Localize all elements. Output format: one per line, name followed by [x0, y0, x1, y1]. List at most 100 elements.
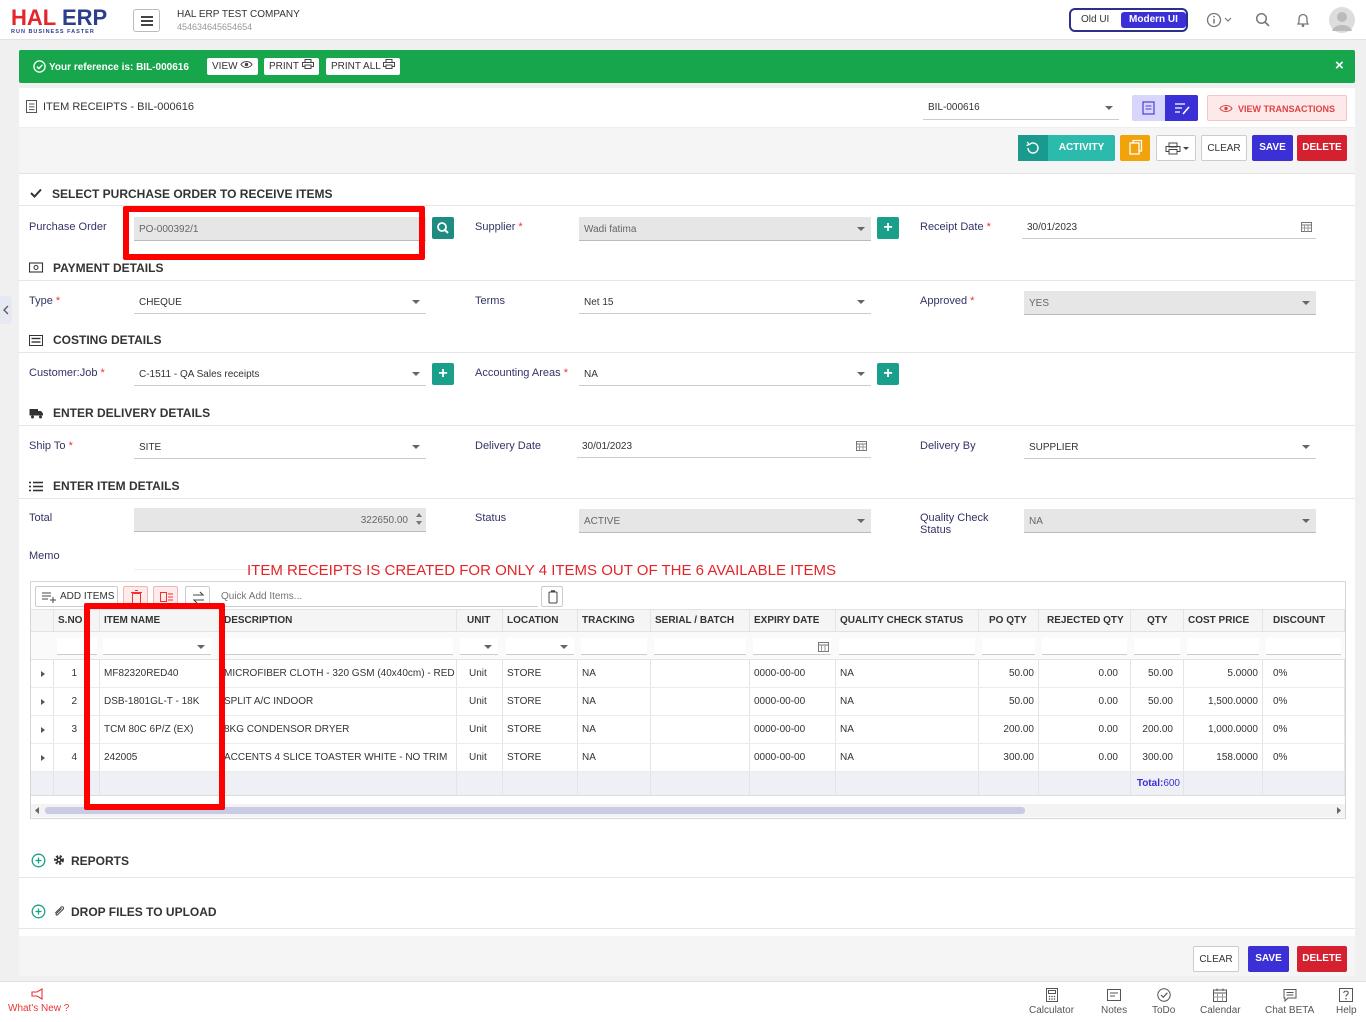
cell-tracking[interactable]: NA [578, 716, 651, 743]
delivery-date-field[interactable]: 30/01/2023 [577, 434, 871, 458]
supplier-field[interactable]: Wadi fatima [579, 217, 871, 241]
delete-button[interactable]: DELETE [1297, 135, 1347, 161]
chat-button[interactable]: Chat BETA [1265, 988, 1314, 1016]
col-unit[interactable]: UNIT [457, 610, 503, 631]
filter-tracking[interactable] [581, 638, 647, 655]
cell-disc[interactable]: 0% [1263, 660, 1345, 687]
section-reports[interactable]: REPORTS [71, 854, 129, 868]
print-all-button[interactable]: PRINT ALL [326, 58, 401, 75]
cell-cost[interactable]: 1,000.0000 [1184, 716, 1263, 743]
cell-rej[interactable]: 0.00 [1039, 716, 1131, 743]
cell-loc[interactable]: STORE [503, 660, 578, 687]
cell-expiry[interactable]: 0000-00-00 [750, 660, 836, 687]
status-select[interactable]: ACTIVE [579, 509, 871, 533]
filter-cost-price[interactable] [1187, 638, 1259, 655]
old-ui-option[interactable]: Old UI [1081, 14, 1109, 25]
filter-unit[interactable] [460, 638, 498, 655]
activity-button[interactable]: ACTIVITY [1018, 135, 1115, 161]
quick-add-items-input[interactable] [218, 587, 538, 607]
filter-quality-check[interactable] [839, 638, 975, 655]
cell-tracking[interactable]: NA [578, 660, 651, 687]
notes-button[interactable]: Notes [1101, 988, 1127, 1016]
quality-check-status-select[interactable]: NA [1024, 509, 1316, 533]
filter-po-qty[interactable] [982, 638, 1035, 655]
row-expand-icon[interactable] [31, 716, 54, 743]
terms-select[interactable]: Net 15 [579, 290, 871, 314]
cell-po_qty[interactable]: 300.00 [979, 744, 1039, 771]
receipt-date-field[interactable]: 30/01/2023 [1022, 215, 1316, 239]
save-button[interactable]: SAVE [1252, 135, 1293, 161]
cell-loc[interactable]: STORE [503, 688, 578, 715]
col-expiry-date[interactable]: EXPIRY DATE [750, 610, 836, 631]
col-discount[interactable]: DISCOUNT [1263, 610, 1345, 631]
cell-loc[interactable]: STORE [503, 716, 578, 743]
sidebar-expand-handle[interactable] [0, 296, 12, 324]
cell-qty[interactable]: 200.00 [1131, 716, 1184, 743]
col-cost-price[interactable]: COST PRICE [1184, 610, 1263, 631]
edit-view-button[interactable] [1165, 95, 1198, 121]
filter-qty[interactable] [1134, 638, 1180, 655]
print-dropdown-button[interactable] [1156, 135, 1196, 161]
cell-expiry[interactable]: 0000-00-00 [750, 744, 836, 771]
cell-desc[interactable]: ACCENTS 4 SLICE TOASTER WHITE - NO TRIM [220, 744, 457, 771]
calendar-button[interactable]: Calendar [1200, 988, 1241, 1016]
col-tracking[interactable]: TRACKING [578, 610, 651, 631]
ui-mode-toggle[interactable]: Old UI Modern UI [1069, 8, 1188, 32]
view-switch[interactable] [1132, 95, 1198, 121]
info-icon[interactable] [1206, 12, 1232, 28]
cell-desc[interactable]: 8KG CONDENSOR DRYER [220, 716, 457, 743]
add-customer-job-button[interactable]: + [432, 363, 454, 385]
table-row[interactable]: 2 DSB-1801GL-T - 18K SPLIT A/C INDOOR Unit S… [31, 688, 1345, 716]
app-logo[interactable]: HAL ERP RUN BUSINESS FASTER [11, 7, 121, 36]
cell-unit[interactable]: Unit [457, 660, 503, 687]
cell-qty[interactable]: 50.00 [1131, 660, 1184, 687]
clear-button[interactable]: CLEAR [1201, 135, 1247, 161]
add-accounting-area-button[interactable]: + [877, 363, 899, 385]
table-row[interactable]: 1 MF82320RED40 MICROFIBER CLOTH - 320 GSM … [31, 660, 1345, 688]
table-row[interactable]: 4 242005 ACCENTS 4 SLICE TOASTER WHITE - N… [31, 744, 1345, 772]
print-button[interactable]: PRINT [264, 58, 319, 75]
bell-icon[interactable] [1295, 12, 1311, 28]
add-supplier-button[interactable]: + [877, 217, 899, 239]
cell-qc[interactable]: NA [836, 716, 979, 743]
record-select[interactable]: BIL-000616 [923, 96, 1119, 120]
close-icon[interactable]: × [1335, 57, 1344, 74]
search-icon[interactable] [1255, 12, 1271, 28]
total-field[interactable]: 322650.00 [134, 508, 426, 532]
expand-upload-icon[interactable] [31, 904, 46, 919]
cell-disc[interactable]: 0% [1263, 716, 1345, 743]
avatar[interactable] [1329, 7, 1355, 33]
cell-desc[interactable]: MICROFIBER CLOTH - 320 GSM (40x40cm) - R… [220, 660, 457, 687]
cell-po_qty[interactable]: 200.00 [979, 716, 1039, 743]
row-expand-icon[interactable] [31, 688, 54, 715]
delivery-by-select[interactable]: SUPPLIER [1024, 435, 1316, 459]
row-expand-icon[interactable] [31, 744, 54, 771]
cell-unit[interactable]: Unit [457, 716, 503, 743]
help-button[interactable]: Help [1336, 988, 1357, 1016]
table-row[interactable]: 3 TCM 80C 6P/Z (EX) 8KG CONDENSOR DRYER Uni… [31, 716, 1345, 744]
cell-qty[interactable]: 300.00 [1131, 744, 1184, 771]
cell-cost[interactable]: 158.0000 [1184, 744, 1263, 771]
cell-serial[interactable] [651, 688, 750, 715]
filter-description[interactable] [223, 638, 453, 655]
calculator-button[interactable]: Calculator [1029, 988, 1074, 1016]
cell-cost[interactable]: 1,500.0000 [1184, 688, 1263, 715]
section-drop-files[interactable]: DROP FILES TO UPLOAD [71, 905, 217, 919]
accounting-areas-select[interactable]: NA [579, 362, 871, 386]
filter-expiry-date[interactable] [753, 638, 831, 655]
cell-loc[interactable]: STORE [503, 744, 578, 771]
cell-disc[interactable]: 0% [1263, 744, 1345, 771]
copy-button[interactable] [1120, 135, 1150, 161]
cell-qty[interactable]: 50.00 [1131, 688, 1184, 715]
cell-qc[interactable]: NA [836, 660, 979, 687]
bottom-save-button[interactable]: SAVE [1248, 946, 1289, 972]
modern-ui-option[interactable]: Modern UI [1121, 12, 1186, 28]
cell-disc[interactable]: 0% [1263, 688, 1345, 715]
col-rejected-qty[interactable]: REJECTED QTY [1039, 610, 1131, 631]
todo-button[interactable]: ToDo [1152, 988, 1175, 1016]
menu-toggle-button[interactable] [133, 9, 160, 32]
cell-serial[interactable] [651, 716, 750, 743]
total-spinner-icon[interactable] [415, 511, 423, 527]
bottom-delete-button[interactable]: DELETE [1297, 946, 1347, 972]
cell-po_qty[interactable]: 50.00 [979, 660, 1039, 687]
